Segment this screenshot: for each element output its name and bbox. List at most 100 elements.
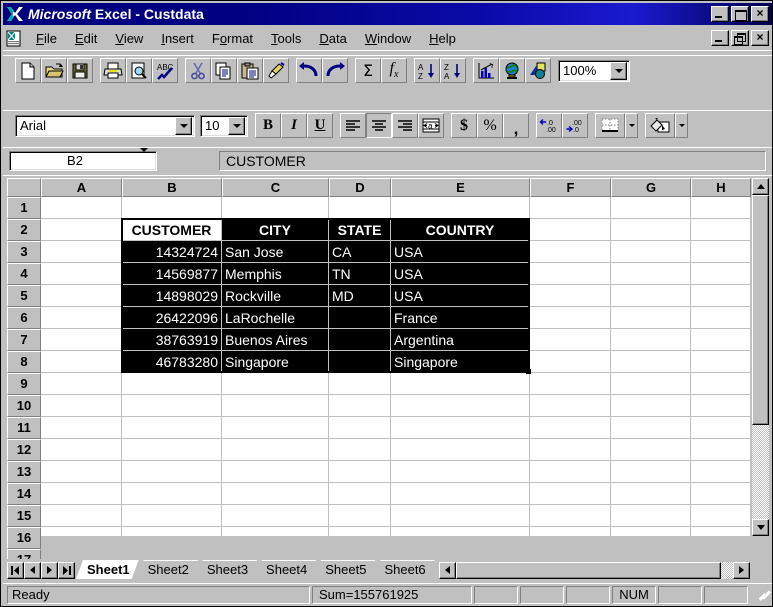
- column-header-g[interactable]: G: [611, 178, 691, 197]
- menu-item-insert[interactable]: Insert: [152, 29, 203, 48]
- format-painter-button[interactable]: [263, 58, 289, 83]
- cell-E5[interactable]: USA: [391, 285, 529, 306]
- decrease-decimal-button[interactable]: .00.0: [562, 113, 588, 138]
- row-header-7[interactable]: 7: [7, 329, 41, 351]
- sheet-tab-sheet6[interactable]: Sheet6: [373, 560, 434, 579]
- menu-item-window[interactable]: Window: [356, 29, 420, 48]
- row-header-14[interactable]: 14: [7, 483, 41, 505]
- cells-viewport[interactable]: CUSTOMER CITY STATE COUNTRY 14324724 San…: [41, 197, 751, 536]
- cell-E3[interactable]: USA: [391, 241, 529, 262]
- mdi-close-button[interactable]: ×: [751, 30, 769, 46]
- name-box[interactable]: B2: [9, 151, 157, 171]
- menu-item-data[interactable]: Data: [310, 29, 355, 48]
- previous-sheet-button[interactable]: [24, 562, 41, 579]
- sort-ascending-button[interactable]: AZ: [414, 58, 440, 83]
- horizontal-scrollbar[interactable]: [439, 562, 772, 579]
- column-header-d[interactable]: D: [329, 178, 391, 197]
- cell-D6[interactable]: [329, 307, 390, 328]
- borders-button[interactable]: [595, 113, 625, 138]
- align-center-button[interactable]: [366, 113, 392, 138]
- last-sheet-button[interactable]: [58, 562, 75, 579]
- color-dropdown-arrow[interactable]: [675, 113, 688, 138]
- align-left-button[interactable]: [340, 113, 366, 138]
- sort-descending-button[interactable]: ZA: [440, 58, 466, 83]
- scroll-down-button[interactable]: [752, 519, 769, 536]
- cell-C7[interactable]: Buenos Aires: [222, 329, 328, 350]
- select-all-corner[interactable]: [7, 178, 41, 197]
- scroll-right-button[interactable]: [733, 562, 750, 579]
- currency-style-button[interactable]: $: [451, 113, 477, 138]
- cell-B7[interactable]: 38763919: [122, 329, 221, 350]
- cell-E6[interactable]: France: [391, 307, 529, 328]
- cell-D2[interactable]: STATE: [329, 219, 390, 240]
- cut-button[interactable]: [185, 58, 211, 83]
- resize-grip[interactable]: [756, 588, 770, 602]
- cell-C5[interactable]: Rockville: [222, 285, 328, 306]
- row-header-1[interactable]: 1: [7, 197, 41, 219]
- column-header-c[interactable]: C: [222, 178, 329, 197]
- cell-B2[interactable]: CUSTOMER: [122, 219, 221, 240]
- row-header-15[interactable]: 15: [7, 505, 41, 527]
- paste-button[interactable]: [237, 58, 263, 83]
- row-header-5[interactable]: 5: [7, 285, 41, 307]
- menu-item-tools[interactable]: Tools: [262, 29, 310, 48]
- save-button[interactable]: [67, 58, 93, 83]
- bold-button[interactable]: B: [255, 113, 281, 138]
- cell-D7[interactable]: [329, 329, 390, 350]
- menu-item-file[interactable]: FFileile: [27, 29, 66, 48]
- cell-C3[interactable]: San Jose: [222, 241, 328, 262]
- menu-item-help[interactable]: Help: [420, 29, 465, 48]
- next-sheet-button[interactable]: [41, 562, 58, 579]
- cell-B3[interactable]: 14324724: [122, 241, 221, 262]
- cell-C8[interactable]: Singapore: [222, 351, 328, 372]
- column-header-b[interactable]: B: [122, 178, 222, 197]
- close-button[interactable]: ×: [751, 6, 769, 22]
- cell-C4[interactable]: Memphis: [222, 263, 328, 284]
- sheet-tab-sheet5[interactable]: Sheet5: [314, 560, 375, 579]
- cell-E7[interactable]: Argentina: [391, 329, 529, 350]
- cell-B6[interactable]: 26422096: [122, 307, 221, 328]
- mdi-minimize-button[interactable]: [711, 30, 729, 46]
- row-header-4[interactable]: 4: [7, 263, 41, 285]
- function-wizard-button[interactable]: fx: [381, 58, 407, 83]
- column-header-h[interactable]: H: [691, 178, 751, 197]
- cell-E2[interactable]: COUNTRY: [391, 219, 529, 240]
- cell-D5[interactable]: MD: [329, 285, 390, 306]
- zoom-dropdown-arrow[interactable]: [610, 62, 627, 80]
- excel-document-icon[interactable]: [5, 30, 23, 47]
- cell-C2[interactable]: CITY: [222, 219, 328, 240]
- sheet-tab-sheet2[interactable]: Sheet2: [137, 560, 198, 579]
- row-header-11[interactable]: 11: [7, 417, 41, 439]
- new-workbook-button[interactable]: [15, 58, 41, 83]
- cell-C6[interactable]: LaRochelle: [222, 307, 328, 328]
- menu-item-view[interactable]: View: [106, 29, 152, 48]
- menu-item-edit[interactable]: Edit: [66, 29, 106, 48]
- minimize-button[interactable]: [711, 6, 729, 22]
- open-button[interactable]: [41, 58, 67, 83]
- font-name-combo[interactable]: Arial: [15, 115, 195, 137]
- column-header-a[interactable]: A: [41, 178, 122, 197]
- row-header-3[interactable]: 3: [7, 241, 41, 263]
- font-size-combo[interactable]: 10: [200, 115, 248, 137]
- cell-E4[interactable]: USA: [391, 263, 529, 284]
- sheet-tab-sheet4[interactable]: Sheet4: [255, 560, 316, 579]
- menu-item-format[interactable]: Format: [203, 29, 262, 48]
- chart-wizard-button[interactable]: [473, 58, 499, 83]
- cell-B8[interactable]: 46783280: [122, 351, 221, 372]
- drawing-button[interactable]: [525, 58, 551, 83]
- scroll-up-button[interactable]: [752, 178, 769, 195]
- row-header-12[interactable]: 12: [7, 439, 41, 461]
- row-header-16[interactable]: 16: [7, 527, 41, 549]
- autosum-button[interactable]: Σ: [355, 58, 381, 83]
- cell-B5[interactable]: 14898029: [122, 285, 221, 306]
- font-name-dropdown-arrow[interactable]: [175, 117, 192, 135]
- cell-E8[interactable]: Singapore: [391, 351, 529, 372]
- row-header-9[interactable]: 9: [7, 373, 41, 395]
- percent-style-button[interactable]: %: [477, 113, 503, 138]
- vertical-scroll-thumb[interactable]: [752, 195, 769, 425]
- row-header-2[interactable]: 2: [7, 219, 41, 241]
- cell-B4[interactable]: 14569877: [122, 263, 221, 284]
- print-button[interactable]: [100, 58, 126, 83]
- map-button[interactable]: [499, 58, 525, 83]
- maximize-button[interactable]: [731, 6, 749, 22]
